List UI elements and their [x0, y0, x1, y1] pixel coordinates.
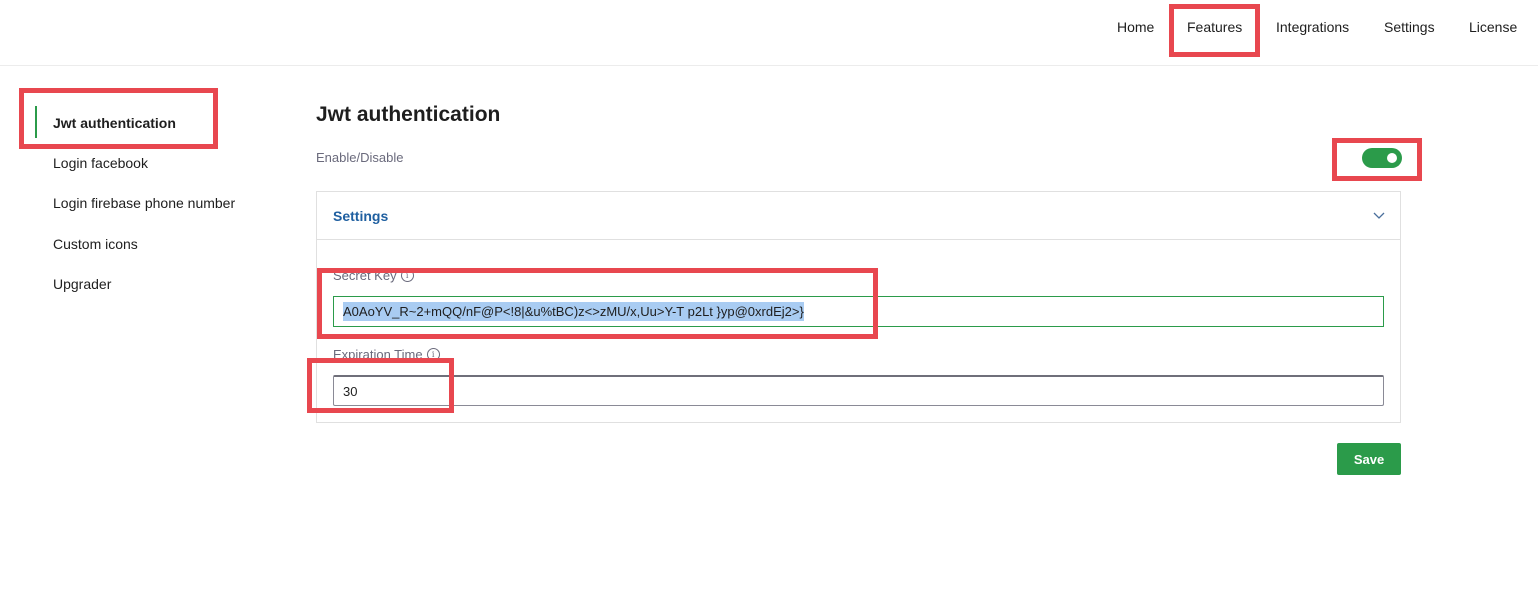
top-navbar: Home Features Integrations Settings Lice… — [0, 0, 1538, 66]
secret-key-label-text: Secret Key — [333, 268, 397, 283]
nav-integrations[interactable]: Integrations — [1276, 19, 1349, 35]
chevron-down-icon — [1373, 212, 1385, 219]
secret-key-label: Secret Key i — [333, 268, 414, 283]
secret-key-value: A0AoYV_R~2+mQQ/nF@P<!8|&u%tBC)z<>zMU/x,U… — [343, 302, 804, 321]
info-icon[interactable]: i — [426, 348, 440, 361]
sidebar-item-jwt-authentication[interactable]: Jwt authentication — [53, 115, 176, 131]
expiration-time-input[interactable]: 30 — [333, 375, 1384, 406]
expiration-time-value: 30 — [343, 384, 358, 399]
sidebar-item-login-firebase-phone[interactable]: Login firebase phone number — [53, 195, 235, 211]
sidebar-item-custom-icons[interactable]: Custom icons — [53, 236, 138, 252]
secret-key-input[interactable]: A0AoYV_R~2+mQQ/nF@P<!8|&u%tBC)z<>zMU/x,U… — [333, 296, 1384, 327]
expiration-time-label: Expiration Time i — [333, 347, 440, 362]
enable-toggle[interactable] — [1362, 148, 1402, 168]
nav-settings[interactable]: Settings — [1384, 19, 1435, 35]
settings-panel-title: Settings — [333, 208, 389, 224]
nav-license[interactable]: License — [1469, 19, 1517, 35]
nav-home[interactable]: Home — [1117, 19, 1154, 35]
sidebar-active-indicator — [35, 106, 37, 138]
enable-disable-label: Enable/Disable — [316, 150, 404, 165]
nav-features[interactable]: Features — [1187, 19, 1242, 35]
save-button[interactable]: Save — [1337, 443, 1401, 475]
toggle-knob — [1387, 153, 1397, 163]
settings-panel-header[interactable]: Settings — [317, 192, 1400, 240]
page-title: Jwt authentication — [316, 103, 501, 126]
info-icon[interactable]: i — [400, 269, 414, 282]
expiration-time-label-text: Expiration Time — [333, 347, 423, 362]
sidebar-item-login-facebook[interactable]: Login facebook — [53, 155, 148, 171]
sidebar-item-upgrader[interactable]: Upgrader — [53, 276, 111, 292]
